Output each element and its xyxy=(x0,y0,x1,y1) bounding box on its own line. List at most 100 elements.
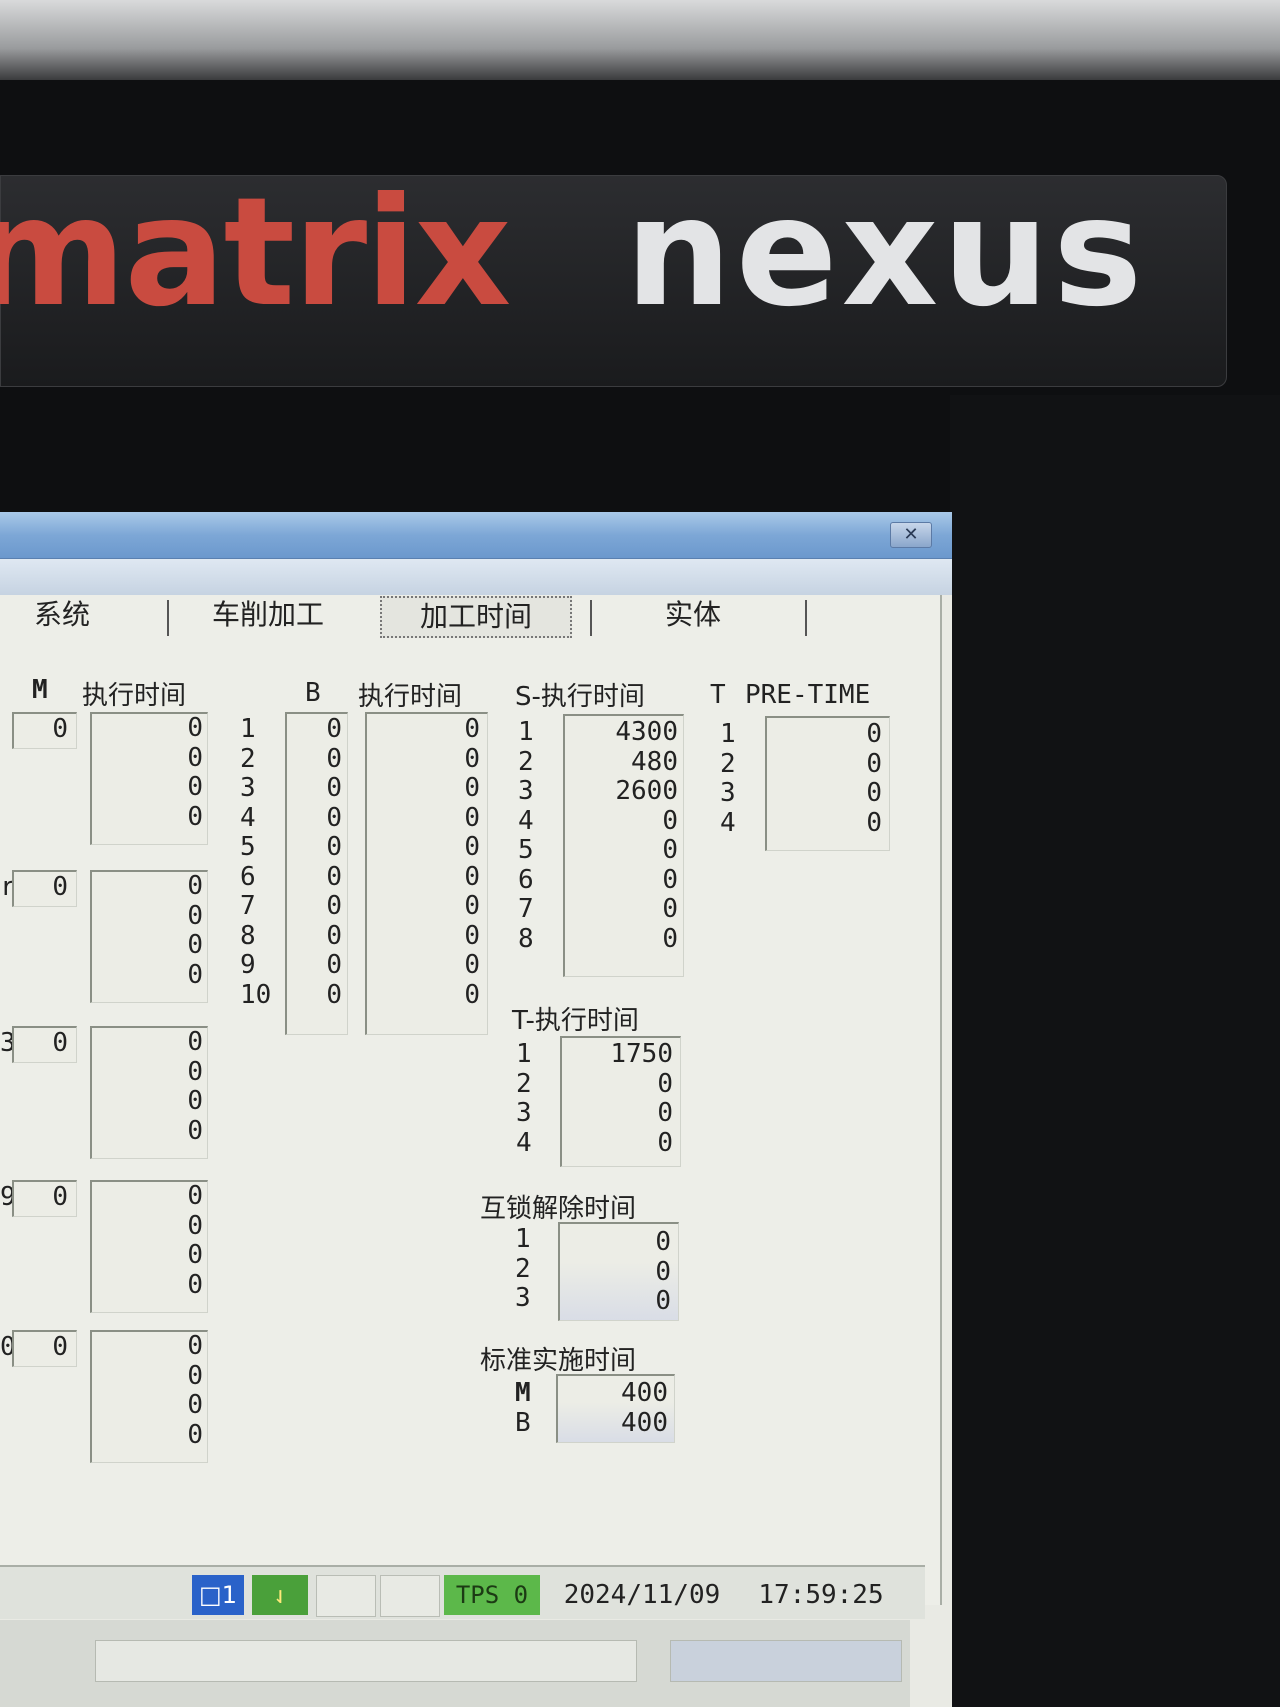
list-cell: 2 xyxy=(515,1253,531,1284)
t-pre-index-column: 1234 xyxy=(720,719,750,838)
m-header: M xyxy=(32,675,48,705)
list-cell: 0 xyxy=(187,772,203,802)
list-cell: 0 xyxy=(866,719,882,749)
mode-icon: ⇃ xyxy=(252,1575,308,1615)
tab-machining-time[interactable]: 加工时间 xyxy=(380,596,573,638)
list-cell: 0 xyxy=(187,1210,203,1241)
close-icon[interactable]: ✕ xyxy=(890,522,932,548)
list-cell: 0 xyxy=(655,1227,671,1257)
list-cell: 0 xyxy=(187,1181,203,1211)
list-cell: 6 xyxy=(518,864,534,895)
standard-m-label: M xyxy=(515,1378,531,1408)
status-cell-empty xyxy=(380,1575,440,1617)
list-cell: 0 xyxy=(326,773,342,803)
list-cell: 1 xyxy=(515,1224,531,1254)
list-cell: 3 xyxy=(240,773,256,803)
m-exec-time-header: 执行时间 xyxy=(82,681,187,711)
list-cell: 0 xyxy=(662,894,678,924)
list-cell: 3 xyxy=(516,1098,532,1128)
list-cell: 2600 xyxy=(615,776,678,806)
list-cell: 0 xyxy=(187,713,203,743)
list-cell: 0 xyxy=(187,1086,203,1116)
list-cell: 0 xyxy=(187,1360,203,1391)
monitor-frame-right xyxy=(950,395,1280,1707)
b-exec-time-header: 执行时间 xyxy=(358,682,463,712)
list-cell: 0 xyxy=(464,773,480,803)
list-cell: 0 xyxy=(866,748,882,779)
standard-exec-time-header: 标准实施时间 xyxy=(480,1346,637,1376)
list-cell: 0 xyxy=(187,900,203,931)
list-cell: 8 xyxy=(518,923,534,954)
list-cell: 2 xyxy=(516,1068,532,1099)
standard-b-value: 400 xyxy=(621,1408,668,1438)
pre-time-header: PRE-TIME xyxy=(745,680,871,710)
list-cell: 1 xyxy=(518,717,534,747)
standard-m-value: 400 xyxy=(621,1378,668,1408)
list-cell: 2 xyxy=(240,743,256,774)
list-cell: 0 xyxy=(655,1256,671,1287)
m-value: 0 xyxy=(52,714,68,744)
list-cell: 1 xyxy=(240,714,256,744)
tab-turning[interactable]: 车削加工 xyxy=(212,594,324,636)
list-cell: 0 xyxy=(662,805,678,836)
list-cell: 0 xyxy=(187,1419,203,1450)
interlock-index-column: 123 xyxy=(515,1224,545,1314)
list-cell: 3 xyxy=(515,1283,531,1313)
t-header: T xyxy=(710,680,726,710)
list-cell: 1 xyxy=(720,719,736,749)
list-cell: 4300 xyxy=(615,717,678,747)
list-cell: 0 xyxy=(187,930,203,960)
list-cell: 0 xyxy=(464,714,480,744)
m-exec-time-column: 0000 xyxy=(95,1027,203,1146)
list-cell: 0 xyxy=(187,1027,203,1057)
tab-solid[interactable]: 实体 xyxy=(665,594,721,636)
list-cell: 7 xyxy=(240,891,256,921)
list-cell: 0 xyxy=(655,1286,671,1316)
tab-system[interactable]: 系统 xyxy=(34,594,90,636)
b-value-column: 0000000000 xyxy=(290,714,342,1010)
m-exec-time-column: 0000 xyxy=(95,1331,203,1450)
monitor-bezel-top xyxy=(0,0,1280,80)
list-cell: 0 xyxy=(662,835,678,865)
s-exec-time-header: S-执行时间 xyxy=(515,682,645,712)
list-cell: 0 xyxy=(326,714,342,744)
interlock-release-column: 000 xyxy=(563,1227,671,1317)
list-cell: 0 xyxy=(464,920,480,951)
m-value: 0 xyxy=(52,1332,68,1362)
list-cell: 0 xyxy=(866,778,882,808)
status-cell-empty xyxy=(316,1575,376,1617)
channel-indicator[interactable]: □1 xyxy=(192,1575,244,1615)
list-cell: 4 xyxy=(240,802,256,833)
softkey-panel[interactable] xyxy=(95,1640,637,1682)
list-cell: 0 xyxy=(662,923,678,954)
standard-b-label: B xyxy=(515,1408,531,1438)
list-cell: 0 xyxy=(657,1127,673,1158)
window-titlebar: ✕ xyxy=(0,512,952,559)
interlock-release-header: 互锁解除时间 xyxy=(480,1194,637,1224)
list-cell: 0 xyxy=(187,1115,203,1146)
t-exec-time-header: T-执行时间 xyxy=(512,1006,639,1036)
list-cell: 0 xyxy=(657,1068,673,1099)
list-cell: 0 xyxy=(464,832,480,862)
list-cell: 3 xyxy=(518,776,534,806)
tab-separator xyxy=(590,600,592,636)
list-cell: 0 xyxy=(464,891,480,921)
softkey-panel[interactable] xyxy=(670,1640,902,1682)
m-value: 0 xyxy=(52,872,68,902)
m-exec-time-column: 0000 xyxy=(95,1181,203,1300)
list-cell: 0 xyxy=(187,1390,203,1420)
list-cell: 0 xyxy=(326,802,342,833)
list-cell: 10 xyxy=(240,979,272,1010)
list-cell: 4 xyxy=(720,807,736,838)
list-cell: 9 xyxy=(240,950,256,980)
tab-separator xyxy=(805,600,807,636)
m-exec-time-column: 0000 xyxy=(95,713,203,832)
list-cell: 0 xyxy=(326,891,342,921)
list-cell: 0 xyxy=(187,801,203,832)
list-cell: 0 xyxy=(464,979,480,1010)
list-cell: 0 xyxy=(464,743,480,774)
list-cell: 0 xyxy=(326,979,342,1010)
list-cell: 0 xyxy=(187,871,203,901)
tps-value: 0 xyxy=(513,1581,529,1609)
s-index-column: 12345678 xyxy=(518,717,548,954)
